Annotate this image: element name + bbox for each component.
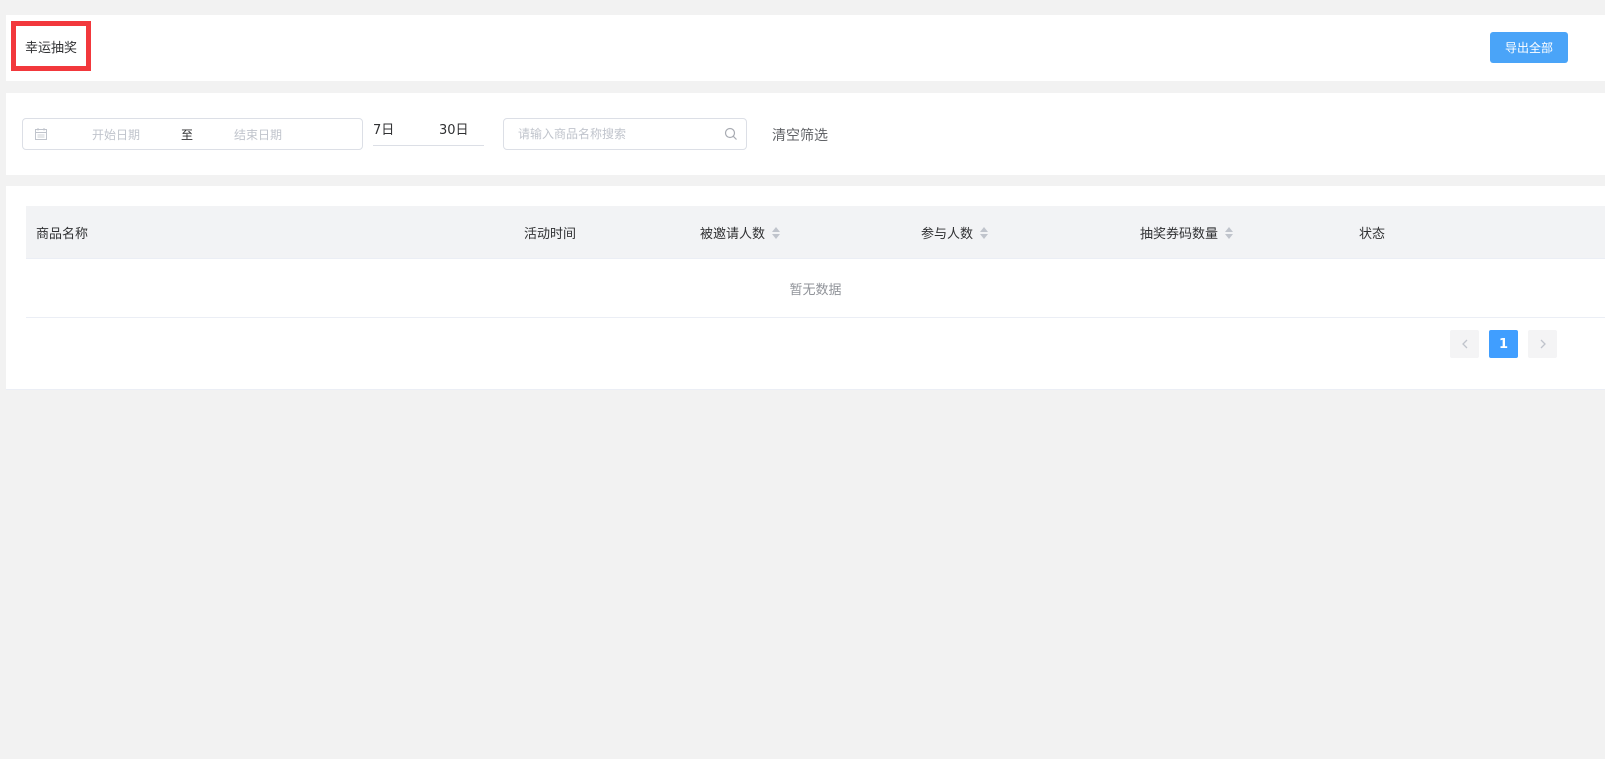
- pagination-next-button[interactable]: [1528, 330, 1557, 358]
- column-header-activity-time: 活动时间: [524, 227, 577, 242]
- calendar-icon: [35, 128, 47, 140]
- chevron-right-icon: [1540, 339, 1546, 349]
- table-empty-state: 暂无数据: [26, 259, 1605, 318]
- quick-range-tabs: 7日 30日: [373, 118, 484, 146]
- page-title: 幸运抽奖: [24, 40, 77, 56]
- pagination-prev-button[interactable]: [1450, 330, 1479, 358]
- data-table-card: 商品名称 活动时间 被邀请人数 参与人数 抽奖券码数量 状态 暂无数据 1: [6, 186, 1605, 390]
- search-icon[interactable]: [724, 127, 738, 141]
- column-header-participant-count[interactable]: 参与人数: [921, 223, 989, 242]
- date-range-picker[interactable]: 开始日期 至 结束日期: [22, 118, 363, 150]
- date-range-separator: 至: [181, 128, 194, 142]
- start-date-input[interactable]: 开始日期: [71, 126, 161, 143]
- column-header-product-name: 商品名称: [36, 227, 89, 242]
- sort-icon[interactable]: [771, 226, 781, 240]
- clear-filters-button[interactable]: 清空筛选: [772, 125, 828, 145]
- column-header-ticket-count[interactable]: 抽奖券码数量: [1140, 223, 1234, 242]
- pagination-page-current[interactable]: 1: [1489, 330, 1518, 358]
- export-all-button[interactable]: 导出全部: [1490, 32, 1568, 63]
- quick-range-7-days[interactable]: 7日: [373, 119, 394, 138]
- column-header-status: 状态: [1359, 227, 1386, 242]
- chevron-left-icon: [1461, 339, 1467, 349]
- page-title-highlight: 幸运抽奖: [11, 21, 91, 71]
- quick-range-30-days[interactable]: 30日: [439, 119, 469, 138]
- page-header: 幸运抽奖 导出全部: [6, 15, 1605, 81]
- filter-bar: 开始日期 至 结束日期 7日 30日 清空筛选: [6, 93, 1605, 175]
- product-search: [503, 118, 747, 150]
- product-search-input[interactable]: [504, 119, 714, 149]
- table-header: 商品名称 活动时间 被邀请人数 参与人数 抽奖券码数量 状态: [26, 206, 1605, 259]
- sort-icon[interactable]: [1224, 226, 1234, 240]
- sort-icon[interactable]: [979, 226, 989, 240]
- column-header-invited-count[interactable]: 被邀请人数: [700, 223, 781, 242]
- end-date-input[interactable]: 结束日期: [213, 126, 303, 143]
